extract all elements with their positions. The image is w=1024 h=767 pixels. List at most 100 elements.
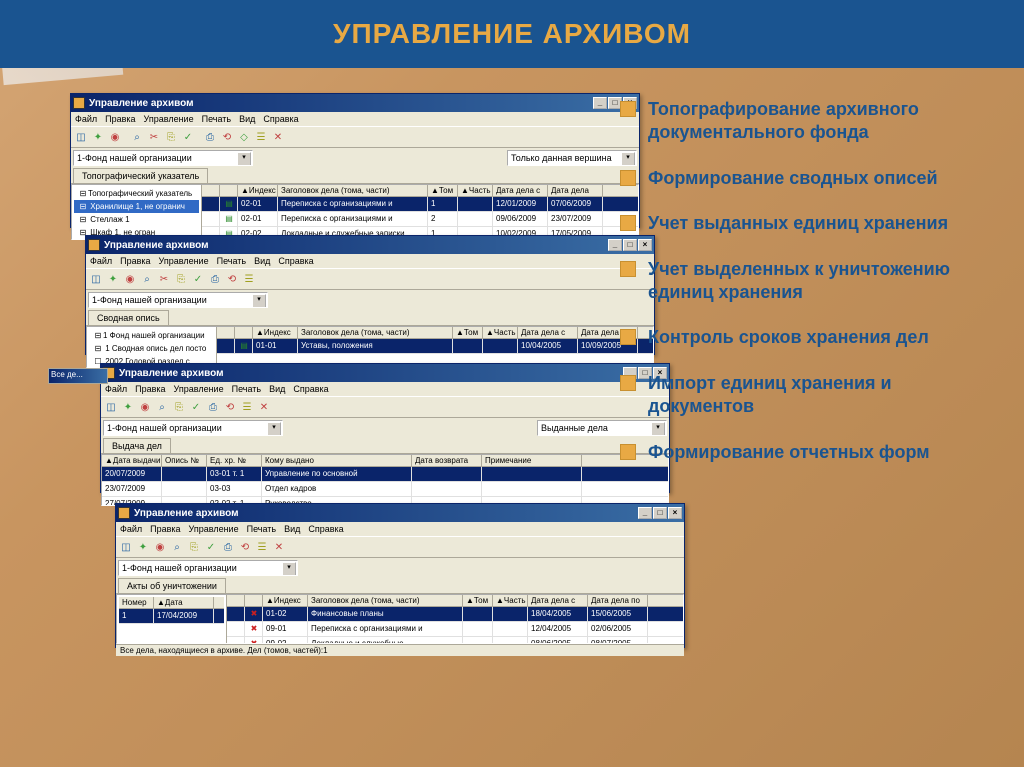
data-grid[interactable]: ▲ИндексЗаголовок дела (тома, части)▲Том▲… bbox=[227, 595, 683, 643]
titlebar[interactable]: Управление архивом _ □ × bbox=[101, 364, 669, 382]
column-header[interactable]: Заголовок дела (тома, части) bbox=[298, 327, 453, 338]
maximize-button[interactable]: □ bbox=[653, 507, 667, 519]
col-number[interactable]: Номер bbox=[119, 597, 154, 608]
filter-combo[interactable]: Только данная вершина bbox=[507, 150, 637, 166]
minimize-button[interactable]: _ bbox=[593, 97, 607, 109]
menu-manage[interactable]: Управление bbox=[189, 524, 239, 534]
titlebar[interactable]: Управление архивом _ □ × bbox=[116, 504, 684, 522]
minimize-button[interactable]: _ bbox=[608, 239, 622, 251]
table-row[interactable]: 23/07/200903-03Отдел кадров bbox=[102, 482, 668, 497]
tool-icon[interactable]: ⌕ bbox=[154, 399, 170, 415]
table-row[interactable]: 1 17/04/2009 bbox=[119, 609, 224, 624]
fund-combo[interactable]: 1-Фонд нашей организации bbox=[73, 150, 253, 166]
column-header[interactable] bbox=[220, 185, 238, 196]
tab[interactable]: Акты об уничтожении bbox=[118, 578, 226, 593]
column-header[interactable]: ▲Часть bbox=[493, 595, 528, 606]
menu-edit[interactable]: Правка bbox=[150, 524, 180, 534]
tool-icon[interactable]: ⌕ bbox=[129, 129, 145, 145]
menu-edit[interactable]: Правка bbox=[120, 256, 150, 266]
tool-icon[interactable]: ⎙ bbox=[220, 539, 236, 555]
table-row[interactable]: 20/07/200903-01 т. 1Управление по основн… bbox=[102, 467, 668, 482]
column-header[interactable]: Дата возврата bbox=[412, 455, 482, 466]
tab[interactable]: Топографический указатель bbox=[73, 168, 208, 183]
column-header[interactable]: Дата дела с bbox=[518, 327, 578, 338]
column-header[interactable]: Дата дела bbox=[548, 185, 603, 196]
tool-icon[interactable]: ☰ bbox=[253, 129, 269, 145]
filter-combo[interactable]: Выданные дела bbox=[537, 420, 667, 436]
column-header[interactable]: ▲Том bbox=[428, 185, 458, 196]
tool-icon[interactable]: ✓ bbox=[190, 271, 206, 287]
menu-print[interactable]: Печать bbox=[217, 256, 246, 266]
tool-icon[interactable]: ✂ bbox=[156, 271, 172, 287]
tree-item[interactable]: ⊟1 Фонд нашей организации bbox=[89, 329, 214, 342]
column-header[interactable]: ▲Индекс bbox=[253, 327, 298, 338]
menu-help[interactable]: Справка bbox=[278, 256, 313, 266]
maximize-button[interactable]: □ bbox=[623, 239, 637, 251]
column-header[interactable]: ▲Том bbox=[463, 595, 493, 606]
menu-manage[interactable]: Управление bbox=[174, 384, 224, 394]
menu-view[interactable]: Вид bbox=[284, 524, 300, 534]
column-header[interactable] bbox=[217, 327, 235, 338]
menu-help[interactable]: Справка bbox=[293, 384, 328, 394]
tool-icon[interactable]: ◇ bbox=[236, 129, 252, 145]
column-header[interactable]: Кому выдано bbox=[262, 455, 412, 466]
tool-icon[interactable]: ⎙ bbox=[202, 129, 218, 145]
tree-item[interactable]: ⊟Топографический указатель bbox=[74, 187, 199, 200]
menu-view[interactable]: Вид bbox=[254, 256, 270, 266]
tool-icon[interactable]: ⌕ bbox=[139, 271, 155, 287]
menu-manage[interactable]: Управление bbox=[144, 114, 194, 124]
close-button[interactable]: × bbox=[638, 239, 652, 251]
menu-view[interactable]: Вид bbox=[269, 384, 285, 394]
tool-icon[interactable]: ✓ bbox=[203, 539, 219, 555]
menu-manage[interactable]: Управление bbox=[159, 256, 209, 266]
column-header[interactable]: Примечание bbox=[482, 455, 582, 466]
table-row[interactable]: ✖09-02Докладные и служебные08/06/200508/… bbox=[227, 637, 683, 643]
tool-icon[interactable]: ✦ bbox=[120, 399, 136, 415]
tool-icon[interactable]: ◫ bbox=[73, 129, 89, 145]
menu-print[interactable]: Печать bbox=[202, 114, 231, 124]
tool-icon[interactable]: ☰ bbox=[239, 399, 255, 415]
column-header[interactable]: Заголовок дела (тома, части) bbox=[278, 185, 428, 196]
menu-print[interactable]: Печать bbox=[247, 524, 276, 534]
fund-combo[interactable]: 1-Фонд нашей организации bbox=[88, 292, 268, 308]
table-row[interactable]: ▤01-01Уставы, положения10/04/200510/09/2… bbox=[217, 339, 653, 354]
table-row[interactable]: ▤02-01Переписка с организациями и209/06/… bbox=[202, 212, 638, 227]
titlebar[interactable]: Управление архивом _ □ × bbox=[71, 94, 639, 112]
table-row[interactable]: ✖01-02Финансовые планы18/04/200515/06/20… bbox=[227, 607, 683, 622]
table-row[interactable]: ▤02-01Переписка с организациями и112/01/… bbox=[202, 197, 638, 212]
tool-icon[interactable]: ✦ bbox=[90, 129, 106, 145]
col-date[interactable]: ▲Дата bbox=[154, 597, 214, 608]
tool-icon[interactable]: ⎙ bbox=[205, 399, 221, 415]
column-header[interactable]: Дата дела с bbox=[528, 595, 588, 606]
tool-icon[interactable]: ◫ bbox=[103, 399, 119, 415]
tree-item[interactable]: ⊟ Стеллаж 1 bbox=[74, 213, 199, 226]
tool-icon[interactable]: ✕ bbox=[256, 399, 272, 415]
column-header[interactable]: ▲Часть bbox=[458, 185, 493, 196]
tool-icon[interactable]: ⟲ bbox=[237, 539, 253, 555]
column-header[interactable]: Дата дела с bbox=[493, 185, 548, 196]
menu-file[interactable]: Файл bbox=[120, 524, 142, 534]
menu-edit[interactable]: Правка bbox=[135, 384, 165, 394]
acts-panel[interactable]: Номер ▲Дата 1 17/04/2009 bbox=[117, 595, 227, 643]
tool-icon[interactable]: ⌕ bbox=[169, 539, 185, 555]
tool-icon[interactable]: ✦ bbox=[105, 271, 121, 287]
column-header[interactable]: ▲Индекс bbox=[238, 185, 278, 196]
tool-icon[interactable]: ✂ bbox=[146, 129, 162, 145]
tree-panel[interactable]: ⊟1 Фонд нашей организации⊟ 1 Сводная опи… bbox=[87, 327, 217, 367]
column-header[interactable] bbox=[227, 595, 245, 606]
column-header[interactable]: Опись № bbox=[162, 455, 207, 466]
tool-icon[interactable]: ◉ bbox=[107, 129, 123, 145]
menu-print[interactable]: Печать bbox=[232, 384, 261, 394]
tool-icon[interactable]: ◫ bbox=[88, 271, 104, 287]
data-grid[interactable]: ▲ИндексЗаголовок дела (тома, части)▲Том▲… bbox=[217, 327, 653, 367]
menu-file[interactable]: Файл bbox=[105, 384, 127, 394]
menu-help[interactable]: Справка bbox=[263, 114, 298, 124]
tool-icon[interactable]: ✦ bbox=[135, 539, 151, 555]
column-header[interactable] bbox=[245, 595, 263, 606]
tool-icon[interactable]: ◫ bbox=[118, 539, 134, 555]
tool-icon[interactable]: ◉ bbox=[122, 271, 138, 287]
data-grid[interactable]: ▲Дата выдачиОпись №Ед. хр. №Кому выданоД… bbox=[102, 455, 668, 505]
column-header[interactable]: Дата дела по bbox=[588, 595, 648, 606]
close-button[interactable]: × bbox=[668, 507, 682, 519]
tool-icon[interactable]: ✕ bbox=[270, 129, 286, 145]
